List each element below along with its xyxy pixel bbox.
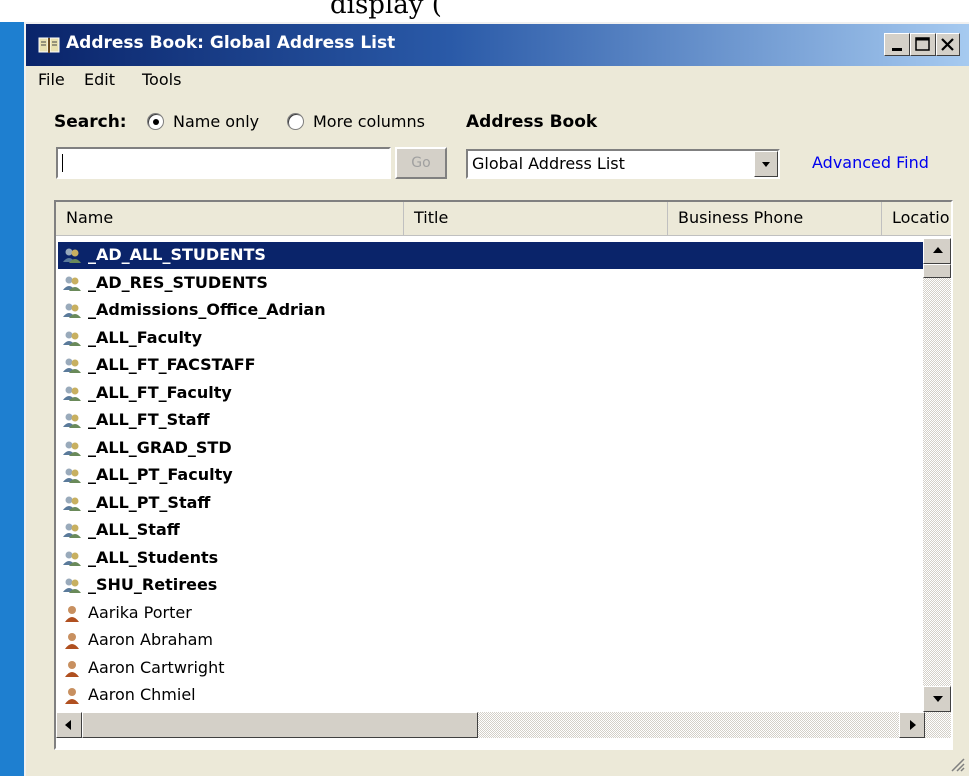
column-header-title-label: Title — [414, 208, 449, 227]
list-item[interactable]: Aaron Chmiel — [58, 682, 923, 709]
column-header-title[interactable]: Title — [404, 202, 668, 236]
close-icon — [941, 38, 954, 51]
minimize-icon — [892, 48, 902, 51]
menu-edit[interactable]: Edit — [84, 70, 115, 89]
menu-bar: File Edit Tools — [26, 68, 969, 96]
maximize-icon — [915, 37, 930, 51]
group-icon — [62, 247, 82, 265]
list-item[interactable]: _Admissions_Office_Adrian — [58, 297, 923, 324]
group-icon — [62, 412, 82, 430]
list-item[interactable]: Aaron Cartwright — [58, 655, 923, 682]
list-item-name: _ALL_FT_Faculty — [88, 382, 232, 402]
group-icon — [62, 357, 82, 375]
list-item[interactable]: _ALL_Staff — [58, 517, 923, 544]
column-header-business-phone[interactable]: Business Phone — [668, 202, 882, 236]
horizontal-scroll-thumb[interactable] — [82, 712, 478, 738]
list-item[interactable]: _ALL_GRAD_STD — [58, 435, 923, 462]
group-icon — [62, 577, 82, 595]
list-item[interactable]: _AD_ALL_STUDENTS — [58, 242, 923, 269]
menu-file[interactable]: File — [38, 70, 65, 89]
address-book-select-value: Global Address List — [472, 154, 625, 173]
column-header-name-label: Name — [66, 208, 114, 227]
list-item[interactable]: _ALL_FT_FACSTAFF — [58, 352, 923, 379]
list-item[interactable]: _AD_RES_STUDENTS — [58, 270, 923, 297]
address-list: Name Title Business Phone Locatio _AD_AL… — [54, 200, 953, 750]
text-caret — [62, 154, 63, 172]
list-item-name: _ALL_Faculty — [88, 327, 202, 347]
resize-grip-icon[interactable] — [949, 756, 965, 772]
column-header-location[interactable]: Locatio — [882, 202, 951, 236]
window-title: Address Book: Global Address List — [66, 33, 396, 53]
group-icon — [62, 275, 82, 293]
list-item-name: Aaron Abraham — [88, 630, 214, 649]
more-columns-radio[interactable] — [287, 113, 304, 130]
list-item-name: _ALL_FT_Staff — [88, 410, 210, 429]
close-button[interactable] — [936, 33, 960, 56]
group-icon — [62, 550, 82, 568]
background-caption-fragment: display ( — [330, 0, 442, 20]
list-item-name: _ALL_GRAD_STD — [88, 437, 232, 457]
scroll-right-arrow-icon[interactable] — [899, 712, 925, 738]
address-book-label: Address Book — [466, 112, 598, 132]
list-item[interactable]: _ALL_Faculty — [58, 325, 923, 352]
list-item-name: _ALL_FT_FACSTAFF — [88, 355, 256, 374]
group-icon — [62, 522, 82, 540]
group-icon — [62, 467, 82, 485]
menu-tools[interactable]: Tools — [142, 70, 181, 89]
chevron-down-icon[interactable] — [754, 151, 778, 177]
list-item-name: _AD_RES_STUDENTS — [88, 272, 268, 292]
list-item[interactable]: _ALL_FT_Faculty — [58, 380, 923, 407]
list-item[interactable]: _ALL_Students — [58, 545, 923, 572]
scroll-up-arrow-icon[interactable] — [923, 238, 951, 264]
group-icon — [62, 440, 82, 458]
list-item[interactable]: Aarika Porter — [58, 600, 923, 627]
column-header-business-phone-label: Business Phone — [678, 208, 804, 227]
list-item-name: _ALL_Students — [88, 547, 219, 567]
list-item-name: _ALL_PT_Faculty — [88, 465, 233, 484]
background-document: display ( — [0, 0, 969, 22]
person-icon — [62, 632, 82, 650]
list-item-name: Aaron Cartwright — [88, 657, 225, 677]
vertical-scroll-thumb[interactable] — [923, 264, 951, 278]
list-item-name: _AD_ALL_STUDENTS — [88, 245, 266, 264]
horizontal-scrollbar[interactable] — [56, 712, 951, 738]
scroll-down-arrow-icon[interactable] — [923, 686, 951, 712]
maximize-button[interactable] — [910, 33, 936, 56]
column-header-name[interactable]: Name — [56, 202, 404, 236]
column-header-location-label: Locatio — [892, 208, 950, 227]
person-icon — [62, 687, 82, 705]
list-item-name: _SHU_Retirees — [88, 575, 218, 594]
name-only-label[interactable]: Name only — [173, 112, 259, 131]
group-icon — [62, 495, 82, 513]
group-icon — [62, 302, 82, 320]
person-icon — [62, 605, 82, 623]
address-book-icon — [38, 37, 60, 53]
search-input[interactable] — [56, 147, 391, 179]
vertical-scrollbar[interactable] — [923, 238, 951, 712]
group-icon — [62, 330, 82, 348]
search-label: Search: — [54, 112, 127, 132]
go-button[interactable]: Go — [395, 147, 447, 179]
advanced-find-link[interactable]: Advanced Find — [812, 153, 929, 172]
list-rows: _AD_ALL_STUDENTS _AD_RES_STUDENTS _Admissi… — [58, 242, 923, 712]
address-book-select[interactable]: Global Address List — [466, 149, 780, 179]
scroll-left-arrow-icon[interactable] — [56, 712, 82, 738]
more-columns-label[interactable]: More columns — [313, 112, 425, 131]
list-item-name: Aarika Porter — [88, 602, 192, 622]
address-book-window: Address Book: Global Address List File E… — [24, 22, 969, 776]
name-only-radio[interactable] — [147, 113, 164, 130]
person-icon — [62, 660, 82, 678]
list-item-name: Aaron Chmiel — [88, 685, 196, 704]
group-icon — [62, 385, 82, 403]
list-item[interactable]: _ALL_PT_Faculty — [58, 462, 923, 489]
list-item-name: _ALL_Staff — [88, 520, 180, 539]
list-item-name: _ALL_PT_Staff — [88, 492, 211, 512]
list-item[interactable]: _ALL_PT_Staff — [58, 490, 923, 517]
title-bar[interactable]: Address Book: Global Address List — [26, 24, 969, 66]
minimize-button[interactable] — [884, 33, 910, 56]
list-item[interactable]: _SHU_Retirees — [58, 572, 923, 599]
list-item[interactable]: _ALL_FT_Staff — [58, 407, 923, 434]
list-item[interactable]: Aaron Abraham — [58, 627, 923, 654]
list-item-name: _Admissions_Office_Adrian — [88, 300, 326, 319]
